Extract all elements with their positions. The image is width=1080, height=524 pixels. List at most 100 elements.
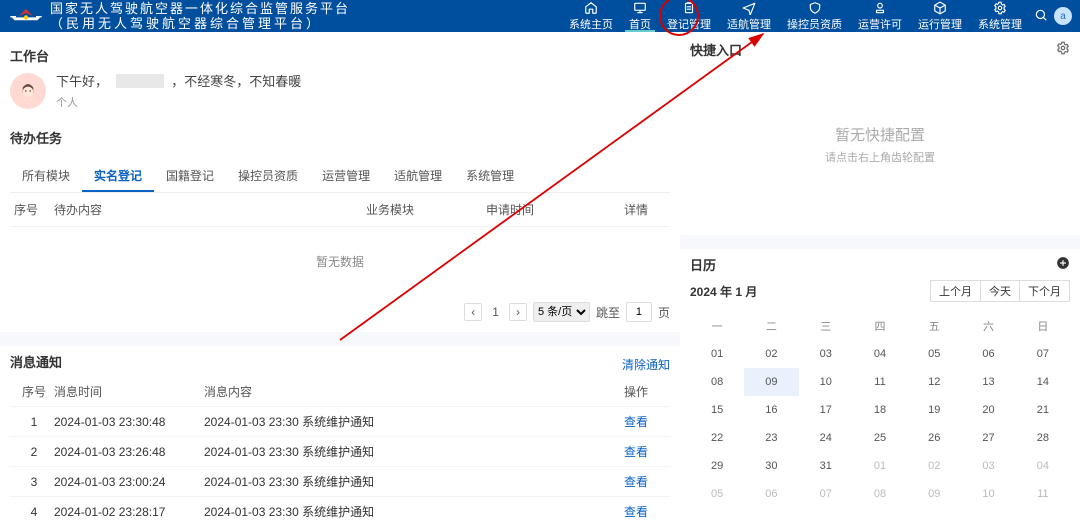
clipboard-icon bbox=[682, 1, 696, 15]
plane-icon bbox=[742, 1, 756, 15]
calendar-cell[interactable]: 10 bbox=[961, 480, 1015, 508]
calendar-cell[interactable]: 11 bbox=[1016, 480, 1070, 508]
calendar-cell[interactable]: 17 bbox=[799, 396, 853, 424]
tasks-tabs: 所有模块实名登记国籍登记操控员资质运营管理适航管理系统管理 bbox=[10, 161, 670, 193]
tasks-prev-page[interactable]: ‹ bbox=[464, 303, 482, 321]
tasks-empty: 暂无数据 bbox=[10, 227, 670, 296]
nav-item-6[interactable]: 运行管理 bbox=[910, 0, 970, 32]
calendar-add-icon[interactable] bbox=[1056, 256, 1070, 273]
tasks-next-page[interactable]: › bbox=[509, 303, 527, 321]
notice-view-link[interactable]: 查看 bbox=[624, 475, 648, 489]
calendar-cell[interactable]: 20 bbox=[961, 396, 1015, 424]
tasks-page-jump[interactable] bbox=[626, 302, 652, 322]
notice-row: 42024-01-02 23:28:172024-01-03 23:30 系统维… bbox=[10, 497, 670, 524]
notice-view-link[interactable]: 查看 bbox=[624, 415, 648, 429]
nav-item-3[interactable]: 适航管理 bbox=[719, 0, 779, 32]
calendar-cell[interactable]: 31 bbox=[799, 452, 853, 480]
calendar-cell[interactable]: 16 bbox=[744, 396, 798, 424]
calendar-cell[interactable]: 22 bbox=[690, 424, 744, 452]
nav-item-1[interactable]: 首页 bbox=[621, 0, 659, 32]
task-tab-0[interactable]: 所有模块 bbox=[10, 161, 82, 192]
platform-title: 国家无人驾驶航空器一体化综合监管服务平台 （民用无人驾驶航空器综合管理平台） bbox=[50, 1, 350, 31]
tasks-table-header: 序号 待办内容 业务模块 申请时间 详情 bbox=[10, 193, 670, 227]
calendar-cell[interactable]: 29 bbox=[690, 452, 744, 480]
calendar-prev-month[interactable]: 上个月 bbox=[930, 280, 981, 302]
calendar-cell[interactable]: 09 bbox=[744, 368, 798, 396]
calendar-cell[interactable]: 21 bbox=[1016, 396, 1070, 424]
clear-notices-link[interactable]: 清除通知 bbox=[622, 356, 670, 373]
calendar-cell[interactable]: 03 bbox=[799, 340, 853, 368]
notices-title: 消息通知 bbox=[10, 352, 62, 371]
calendar-cell[interactable]: 12 bbox=[907, 368, 961, 396]
calendar-title: 日历 bbox=[690, 255, 716, 274]
calendar-today-button[interactable]: 今天 bbox=[981, 280, 1019, 302]
notice-view-link[interactable]: 查看 bbox=[624, 445, 648, 459]
calendar-cell[interactable]: 10 bbox=[799, 368, 853, 396]
nav-item-0[interactable]: 系统主页 bbox=[561, 0, 621, 32]
calendar-cell[interactable]: 02 bbox=[907, 452, 961, 480]
calendar-cell[interactable]: 06 bbox=[744, 480, 798, 508]
calendar-cell[interactable]: 27 bbox=[961, 424, 1015, 452]
nav-item-4[interactable]: 操控员资质 bbox=[779, 0, 850, 32]
calendar-cell[interactable]: 08 bbox=[690, 368, 744, 396]
calendar-cell[interactable]: 23 bbox=[744, 424, 798, 452]
greeting-subline: 个人 bbox=[56, 94, 301, 110]
calendar-cell[interactable]: 26 bbox=[907, 424, 961, 452]
calendar-cell[interactable]: 13 bbox=[961, 368, 1015, 396]
calendar-cell[interactable]: 24 bbox=[799, 424, 853, 452]
calendar-cell[interactable]: 25 bbox=[853, 424, 907, 452]
calendar-cell[interactable]: 04 bbox=[1016, 452, 1070, 480]
workbench-title: 工作台 bbox=[10, 46, 670, 65]
tasks-pager: ‹ 1 › 5 条/页 跳至 页 bbox=[10, 296, 670, 332]
task-tab-5[interactable]: 适航管理 bbox=[382, 161, 454, 192]
calendar-next-month[interactable]: 下个月 bbox=[1019, 280, 1070, 302]
calendar-cell[interactable]: 30 bbox=[744, 452, 798, 480]
cube-icon bbox=[933, 1, 947, 15]
tasks-page-size[interactable]: 5 条/页 bbox=[533, 302, 590, 322]
task-tab-6[interactable]: 系统管理 bbox=[454, 161, 526, 192]
notices-header: 序号 消息时间 消息内容 操作 bbox=[10, 377, 670, 407]
quick-title: 快捷入口 bbox=[690, 40, 742, 59]
top-nav: 系统主页首页登记管理适航管理操控员资质运营许可运行管理系统管理 a bbox=[561, 0, 1072, 32]
calendar-cell[interactable]: 03 bbox=[961, 452, 1015, 480]
logo-emblem bbox=[8, 4, 44, 28]
user-avatar-badge[interactable]: a bbox=[1054, 7, 1072, 25]
calendar-cell[interactable]: 01 bbox=[853, 452, 907, 480]
calendar-cell[interactable]: 07 bbox=[1016, 340, 1070, 368]
task-tab-1[interactable]: 实名登记 bbox=[82, 161, 154, 192]
calendar-cell[interactable]: 08 bbox=[853, 480, 907, 508]
tasks-page-num: 1 bbox=[488, 305, 503, 319]
stamp-icon bbox=[873, 1, 887, 15]
calendar-cell[interactable]: 04 bbox=[853, 340, 907, 368]
notice-row: 22024-01-03 23:26:482024-01-03 23:30 系统维… bbox=[10, 437, 670, 467]
calendar-cell[interactable]: 15 bbox=[690, 396, 744, 424]
calendar-cell[interactable]: 06 bbox=[961, 340, 1015, 368]
task-tab-2[interactable]: 国籍登记 bbox=[154, 161, 226, 192]
nav-item-7[interactable]: 系统管理 bbox=[970, 0, 1030, 32]
calendar-cell[interactable]: 05 bbox=[690, 480, 744, 508]
calendar-cell[interactable]: 19 bbox=[907, 396, 961, 424]
greeting-suffix: ，不经寒冬，不知春暖 bbox=[171, 74, 301, 89]
shield-icon bbox=[808, 1, 822, 15]
calendar-cell[interactable]: 07 bbox=[799, 480, 853, 508]
task-tab-4[interactable]: 运营管理 bbox=[310, 161, 382, 192]
task-tab-3[interactable]: 操控员资质 bbox=[226, 161, 310, 192]
calendar-cell[interactable]: 14 bbox=[1016, 368, 1070, 396]
calendar-cell[interactable]: 01 bbox=[690, 340, 744, 368]
nav-item-2[interactable]: 登记管理 bbox=[659, 0, 719, 32]
notice-row: 12024-01-03 23:30:482024-01-03 23:30 系统维… bbox=[10, 407, 670, 437]
monitor-icon bbox=[633, 1, 647, 15]
notice-row: 32024-01-03 23:00:242024-01-03 23:30 系统维… bbox=[10, 467, 670, 497]
app-header: 国家无人驾驶航空器一体化综合监管服务平台 （民用无人驾驶航空器综合管理平台） 系… bbox=[0, 0, 1080, 32]
quick-settings-gear-icon[interactable] bbox=[1056, 41, 1070, 58]
nav-item-5[interactable]: 运营许可 bbox=[850, 0, 910, 32]
calendar-cell[interactable]: 02 bbox=[744, 340, 798, 368]
calendar-cell[interactable]: 05 bbox=[907, 340, 961, 368]
calendar-cell[interactable]: 18 bbox=[853, 396, 907, 424]
greeting-prefix: 下午好， bbox=[56, 74, 108, 89]
calendar-cell[interactable]: 11 bbox=[853, 368, 907, 396]
nav-search-icon[interactable] bbox=[1034, 8, 1048, 25]
calendar-cell[interactable]: 09 bbox=[907, 480, 961, 508]
calendar-cell[interactable]: 28 bbox=[1016, 424, 1070, 452]
notice-view-link[interactable]: 查看 bbox=[624, 505, 648, 519]
